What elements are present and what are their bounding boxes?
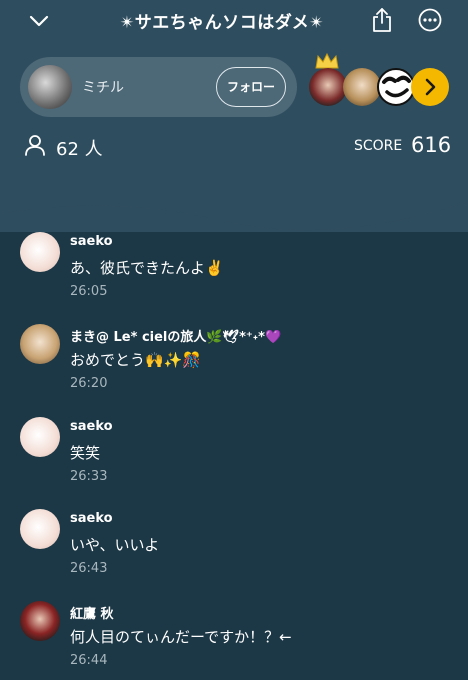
- message-author[interactable]: まき@ Le* cielの旅人🌿🕊*⁺˖*💜: [70, 326, 281, 345]
- message-text: いや、いいよ: [70, 536, 160, 554]
- more-viewers-button[interactable]: [411, 68, 449, 106]
- message-time: 26:43: [70, 561, 108, 576]
- share-icon[interactable]: [370, 7, 394, 33]
- chat-message: saeko あ、彼氏できたんよ✌️ 26:05: [0, 232, 468, 316]
- score-label: SCORE: [354, 138, 403, 154]
- chat-message: saeko 笑笑 26:33: [0, 417, 468, 501]
- user-avatar[interactable]: [20, 509, 60, 549]
- message-text: 笑笑: [70, 444, 101, 462]
- viewer-avatar[interactable]: [377, 68, 415, 106]
- message-time: 26:20: [70, 376, 108, 391]
- more-icon[interactable]: [418, 8, 442, 32]
- message-text: あ、彼氏できたんよ✌️: [70, 259, 224, 277]
- viewer-avatar[interactable]: [343, 68, 381, 106]
- follow-button[interactable]: フォロー: [216, 67, 286, 107]
- chat-message: saeko いや、いいよ 26:43: [0, 509, 468, 593]
- message-author[interactable]: saeko: [70, 511, 113, 526]
- header-wave: [0, 180, 468, 231]
- user-avatar[interactable]: [20, 417, 60, 457]
- user-avatar[interactable]: [20, 601, 60, 641]
- chat-message: まき@ Le* cielの旅人🌿🕊*⁺˖*💜 おめでとう🙌✨🎊 26:20: [0, 324, 468, 408]
- host-avatar[interactable]: [28, 65, 72, 109]
- face-icon: [382, 75, 411, 98]
- viewer-avatar[interactable]: [309, 68, 347, 106]
- user-avatar[interactable]: [20, 324, 60, 364]
- chat-message: 紅鷹 秋 何人目のてぃんだーですか！？← 26:44: [0, 601, 468, 680]
- person-icon: [25, 135, 45, 156]
- message-author[interactable]: saeko: [70, 419, 113, 434]
- host-name: ミチル: [82, 80, 124, 96]
- top-bar: ✴サエちゃんソコはダメ✴: [0, 0, 468, 42]
- user-avatar[interactable]: [20, 232, 60, 272]
- message-time: 26:44: [70, 653, 108, 668]
- host-card[interactable]: ミチル フォロー: [20, 57, 297, 117]
- score-value: 616: [411, 133, 452, 157]
- message-time: 26:05: [70, 284, 108, 299]
- chevron-down-icon[interactable]: [28, 10, 50, 32]
- page-title: ✴サエちゃんソコはダメ✴: [120, 13, 324, 33]
- message-text: 何人目のてぃんだーですか！？←: [70, 628, 292, 646]
- message-time: 26:33: [70, 469, 108, 484]
- chevron-right-icon: [425, 78, 436, 96]
- message-author[interactable]: saeko: [70, 234, 113, 249]
- message-author[interactable]: 紅鷹 秋: [70, 603, 114, 622]
- message-text: おめでとう🙌✨🎊: [70, 351, 202, 369]
- viewer-count: 62 人: [56, 139, 103, 160]
